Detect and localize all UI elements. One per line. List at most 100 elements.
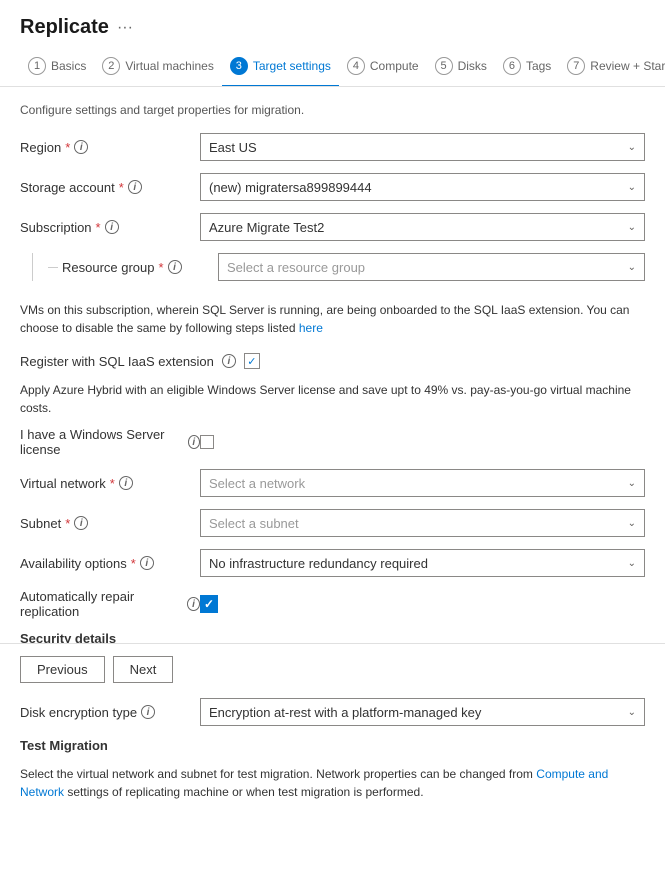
wizard-steps: 1 Basics 2 Virtual machines 3 Target settings… bbox=[0, 47, 665, 87]
wizard-step-target-settings[interactable]: 3 Target settings bbox=[222, 47, 339, 87]
step-label-review: Review + Start replication bbox=[590, 59, 665, 73]
resource-group-select[interactable]: Select a resource group ⌄ bbox=[218, 253, 645, 281]
test-migration-desc: Select the virtual network and subnet fo… bbox=[20, 765, 645, 801]
auto-repair-checkbox[interactable] bbox=[200, 595, 218, 613]
next-button[interactable]: Next bbox=[113, 656, 174, 683]
availability-options-chevron-icon: ⌄ bbox=[628, 558, 636, 569]
ellipsis-menu-icon[interactable]: ··· bbox=[117, 19, 133, 37]
storage-account-select[interactable]: (new) migratersa899899444 ⌄ bbox=[200, 173, 645, 201]
storage-account-info-icon[interactable]: i bbox=[128, 180, 142, 194]
sql-iaas-checkbox[interactable]: ✓ bbox=[244, 353, 260, 369]
disk-encryption-type-row: Disk encryption type i Encryption at-res… bbox=[20, 698, 645, 726]
resource-group-chevron-icon: ⌄ bbox=[628, 262, 636, 273]
resource-group-label: Resource group * i bbox=[62, 260, 218, 275]
auto-repair-label: Automatically repair replication i bbox=[20, 589, 200, 619]
subscription-info-icon[interactable]: i bbox=[105, 220, 119, 234]
availability-options-label: Availability options * i bbox=[20, 556, 200, 571]
step-number-basics: 1 bbox=[28, 57, 46, 75]
wizard-step-disks[interactable]: 5Disks bbox=[427, 47, 495, 87]
storage-account-control: (new) migratersa899899444 ⌄ bbox=[200, 173, 645, 201]
step-label-disks: Disks bbox=[458, 59, 487, 73]
step-label-target-settings: Target settings bbox=[253, 59, 331, 73]
sql-iaas-row: Register with SQL IaaS extension i ✓ bbox=[20, 353, 645, 369]
resource-group-info-icon[interactable]: i bbox=[168, 260, 182, 274]
step-label-virtual-machines: Virtual machines bbox=[125, 59, 214, 73]
resource-group-row: Resource group * i Select a resource gro… bbox=[20, 253, 645, 281]
virtual-network-control: Select a network ⌄ bbox=[200, 469, 645, 497]
section-description: Configure settings and target properties… bbox=[20, 103, 645, 117]
wizard-step-tags[interactable]: 6 Tags bbox=[495, 47, 559, 87]
resource-group-control: Select a resource group ⌄ bbox=[218, 253, 645, 281]
subnet-row: Subnet * i Select a subnet ⌄ bbox=[20, 509, 645, 537]
step-number-virtual-machines: 2 bbox=[102, 57, 120, 75]
step-label-basics: Basics bbox=[51, 59, 86, 73]
page-title: Replicate bbox=[20, 16, 109, 39]
step-label-tags: Tags bbox=[526, 59, 551, 73]
required-indicator: * bbox=[159, 260, 164, 275]
step-number-tags: 6 bbox=[503, 57, 521, 75]
disk-encryption-type-info-icon[interactable]: i bbox=[141, 705, 155, 719]
step-number-review: 7 bbox=[567, 57, 585, 75]
subnet-chevron-icon: ⌄ bbox=[628, 518, 636, 529]
required-indicator: * bbox=[119, 180, 124, 195]
windows-license-control bbox=[200, 435, 645, 449]
disk-encryption-type-select[interactable]: Encryption at-rest with a platform-manag… bbox=[200, 698, 645, 726]
virtual-network-chevron-icon: ⌄ bbox=[628, 478, 636, 489]
virtual-network-info-icon[interactable]: i bbox=[119, 476, 133, 490]
wizard-step-basics[interactable]: 1 Basics bbox=[20, 47, 94, 87]
previous-button[interactable]: Previous bbox=[20, 656, 105, 683]
test-migration-title: Test Migration bbox=[20, 738, 645, 753]
disk-encryption-type-chevron-icon: ⌄ bbox=[628, 707, 636, 718]
subscription-control: Azure Migrate Test2 ⌄ bbox=[200, 213, 645, 241]
azure-hybrid-info: Apply Azure Hybrid with an eligible Wind… bbox=[20, 381, 645, 417]
auto-repair-control bbox=[200, 595, 645, 613]
availability-options-row: Availability options * i No infrastructu… bbox=[20, 549, 645, 577]
region-row: Region * i East US ⌄ bbox=[20, 133, 645, 161]
step-label-compute: Compute bbox=[370, 59, 419, 73]
step-number-target-settings: 3 bbox=[230, 57, 248, 75]
windows-license-label: I have a Windows Server license i bbox=[20, 427, 200, 457]
region-select[interactable]: East US ⌄ bbox=[200, 133, 645, 161]
wizard-step-compute[interactable]: 4 Compute bbox=[339, 47, 427, 87]
availability-options-info-icon[interactable]: i bbox=[140, 556, 154, 570]
page-header: Replicate ··· bbox=[0, 0, 665, 47]
subscription-label: Subscription * i bbox=[20, 220, 200, 235]
availability-options-control: No infrastructure redundancy required ⌄ bbox=[200, 549, 645, 577]
auto-repair-info-icon[interactable]: i bbox=[187, 597, 200, 611]
auto-repair-row: Automatically repair replication i bbox=[20, 589, 645, 619]
virtual-network-row: Virtual network * i Select a network ⌄ bbox=[20, 469, 645, 497]
subnet-label: Subnet * i bbox=[20, 516, 200, 531]
storage-account-chevron-icon: ⌄ bbox=[628, 182, 636, 193]
required-indicator: * bbox=[131, 556, 136, 571]
subnet-select[interactable]: Select a subnet ⌄ bbox=[200, 509, 645, 537]
sql-iaas-info-icon[interactable]: i bbox=[222, 354, 236, 368]
required-indicator: * bbox=[110, 476, 115, 491]
footer-bar: Previous Next bbox=[0, 643, 665, 695]
virtual-network-label: Virtual network * i bbox=[20, 476, 200, 491]
subnet-control: Select a subnet ⌄ bbox=[200, 509, 645, 537]
availability-options-select[interactable]: No infrastructure redundancy required ⌄ bbox=[200, 549, 645, 577]
subscription-row: Subscription * i Azure Migrate Test2 ⌄ bbox=[20, 213, 645, 241]
region-chevron-icon: ⌄ bbox=[628, 142, 636, 153]
disk-encryption-type-label: Disk encryption type i bbox=[20, 705, 200, 720]
subscription-select[interactable]: Azure Migrate Test2 ⌄ bbox=[200, 213, 645, 241]
wizard-step-review[interactable]: 7 Review + Start replication bbox=[559, 47, 665, 87]
storage-account-row: Storage account * i (new) migratersa8998… bbox=[20, 173, 645, 201]
main-content: Configure settings and target properties… bbox=[0, 87, 665, 829]
subnet-info-icon[interactable]: i bbox=[74, 516, 88, 530]
sql-iaas-label: Register with SQL IaaS extension bbox=[20, 354, 214, 369]
region-info-icon[interactable]: i bbox=[74, 140, 88, 154]
required-indicator: * bbox=[65, 516, 70, 531]
step-number-compute: 4 bbox=[347, 57, 365, 75]
region-label: Region * i bbox=[20, 140, 200, 155]
windows-license-info-icon[interactable]: i bbox=[188, 435, 200, 449]
storage-account-label: Storage account * i bbox=[20, 180, 200, 195]
required-indicator: * bbox=[96, 220, 101, 235]
virtual-network-select[interactable]: Select a network ⌄ bbox=[200, 469, 645, 497]
windows-license-checkbox[interactable] bbox=[200, 435, 214, 449]
sql-info-box: VMs on this subscription, wherein SQL Se… bbox=[20, 293, 645, 345]
sql-info-link[interactable]: here bbox=[299, 321, 323, 335]
windows-license-row: I have a Windows Server license i bbox=[20, 427, 645, 457]
disk-encryption-type-control: Encryption at-rest with a platform-manag… bbox=[200, 698, 645, 726]
wizard-step-virtual-machines[interactable]: 2 Virtual machines bbox=[94, 47, 222, 87]
